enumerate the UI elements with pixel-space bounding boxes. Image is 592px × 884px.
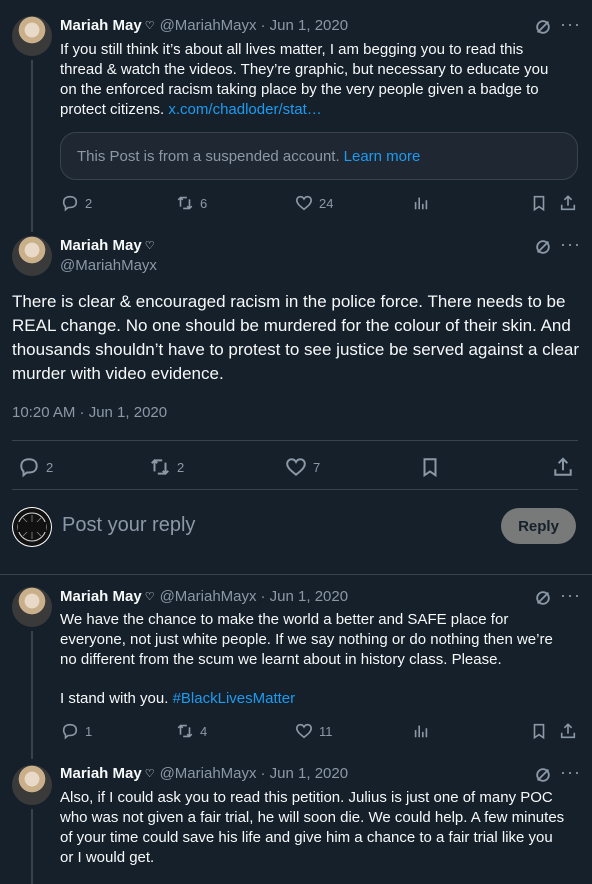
repost-count: 4 <box>200 723 208 739</box>
thread-line <box>31 809 33 884</box>
user-avatar[interactable] <box>12 507 52 547</box>
display-name[interactable]: Mariah May <box>60 765 142 782</box>
reply-input[interactable]: Post your reply <box>62 514 195 537</box>
more-options-icon[interactable]: ··· <box>560 762 581 783</box>
heart-badge-icon: ♡ <box>144 768 155 780</box>
avatar[interactable] <box>12 765 52 805</box>
hashtag-link[interactable]: #BlackLivesMatter <box>173 690 296 707</box>
avatar[interactable] <box>12 16 52 56</box>
suspended-notice: This Post is from a suspended account. <box>77 147 340 165</box>
repost-button[interactable]: 2 <box>149 456 184 478</box>
share-icon <box>560 195 576 211</box>
suspended-quote-card[interactable]: This Post is from a suspended account. L… <box>60 132 578 180</box>
more-options-icon[interactable]: ··· <box>560 14 581 35</box>
like-button[interactable]: 11 <box>295 722 333 740</box>
reply-icon <box>62 195 78 212</box>
heart-badge-icon: ♡ <box>144 591 155 603</box>
bookmark-button[interactable] <box>530 722 548 740</box>
like-button[interactable]: 7 <box>285 456 320 478</box>
bookmark-icon <box>423 458 437 478</box>
tweet-link[interactable]: x.com/chadloder/stat… <box>168 101 321 118</box>
grok-icon[interactable] <box>534 589 552 612</box>
views-button[interactable] <box>412 722 430 740</box>
post-date[interactable]: · Jun 1, 2020 <box>261 588 349 605</box>
repost-icon <box>177 724 193 738</box>
views-icon <box>414 725 428 738</box>
post-date[interactable]: · Jun 1, 2020 <box>261 17 349 34</box>
bookmark-button[interactable] <box>419 456 441 478</box>
share-icon <box>554 457 572 476</box>
reply-count: 2 <box>46 459 54 475</box>
display-name[interactable]: Mariah May <box>60 237 142 254</box>
display-name[interactable]: Mariah May <box>60 588 142 605</box>
more-options-icon[interactable]: ··· <box>560 585 581 606</box>
avatar[interactable] <box>12 587 52 627</box>
like-count: 7 <box>313 459 321 475</box>
heart-icon <box>295 195 313 211</box>
reply-count: 2 <box>85 195 93 211</box>
share-button[interactable] <box>552 456 574 478</box>
tweet-text: If you still think it’s about all lives … <box>60 40 560 120</box>
heart-badge-icon: ♡ <box>144 20 155 32</box>
post-date[interactable]: · Jun 1, 2020 <box>261 765 349 782</box>
reply-button[interactable]: 2 <box>61 194 92 212</box>
reply-button[interactable]: 2 <box>18 456 53 478</box>
like-button[interactable]: 24 <box>295 194 333 212</box>
reply-submit-button[interactable]: Reply <box>501 508 576 544</box>
heart-icon <box>286 458 306 476</box>
tweet-body: Also, if I could ask you to read this pe… <box>60 789 565 866</box>
share-icon <box>560 723 576 739</box>
user-avatar-logo-icon <box>13 508 51 546</box>
repost-count: 2 <box>177 459 185 475</box>
tweet-text-line: I stand with you. <box>60 690 169 707</box>
bookmark-icon <box>533 195 545 212</box>
reply-icon <box>62 723 78 740</box>
bookmark-button[interactable] <box>530 194 548 212</box>
grok-icon[interactable] <box>534 766 552 789</box>
tweet-header: Mariah May ♡ @MariahMayx · Jun 1, 2020 <box>60 765 348 782</box>
like-count: 24 <box>319 195 334 211</box>
share-button[interactable] <box>559 722 577 740</box>
handle[interactable]: @MariahMayx <box>60 257 157 274</box>
views-button[interactable] <box>412 194 430 212</box>
handle[interactable]: @MariahMayx <box>160 765 257 782</box>
views-icon <box>414 197 428 210</box>
avatar[interactable] <box>12 236 52 276</box>
tweet-header: Mariah May ♡ @MariahMayx · Jun 1, 2020 <box>60 17 348 34</box>
handle[interactable]: @MariahMayx <box>160 588 257 605</box>
tweet-body: We have the chance to make the world a b… <box>60 611 553 668</box>
heart-icon <box>295 723 313 739</box>
main-tweet-text: There is clear & encouraged racism in th… <box>12 292 580 383</box>
display-name[interactable]: Mariah May <box>60 17 142 34</box>
handle[interactable]: @MariahMayx <box>160 17 257 34</box>
tweet-body-2: I stand with you. #BlackLivesMatter <box>60 689 565 709</box>
main-timestamp[interactable]: 10:20 AM · Jun 1, 2020 <box>12 404 167 421</box>
repost-button[interactable]: 6 <box>176 194 207 212</box>
more-options-icon[interactable]: ··· <box>560 234 581 255</box>
like-count: 11 <box>319 723 333 739</box>
reply-count: 1 <box>85 723 93 739</box>
heart-badge-icon: ♡ <box>144 240 155 252</box>
thread-line <box>31 631 33 759</box>
divider <box>12 489 578 490</box>
share-button[interactable] <box>559 194 577 212</box>
repost-icon <box>177 196 193 210</box>
divider <box>0 574 592 575</box>
repost-button[interactable]: 4 <box>176 722 207 740</box>
repost-icon <box>151 458 169 476</box>
tweet-header: Mariah May ♡ @MariahMayx · Jun 1, 2020 <box>60 588 348 605</box>
reply-icon <box>20 458 38 478</box>
divider <box>12 440 578 441</box>
bookmark-icon <box>533 723 545 740</box>
learn-more-link[interactable]: Learn more <box>344 148 421 165</box>
grok-icon[interactable] <box>534 238 552 261</box>
thread-line <box>31 60 33 232</box>
grok-icon[interactable] <box>534 18 552 41</box>
reply-button[interactable]: 1 <box>61 722 92 740</box>
repost-count: 6 <box>200 195 208 211</box>
main-tweet-author: Mariah May ♡ <box>60 237 155 254</box>
